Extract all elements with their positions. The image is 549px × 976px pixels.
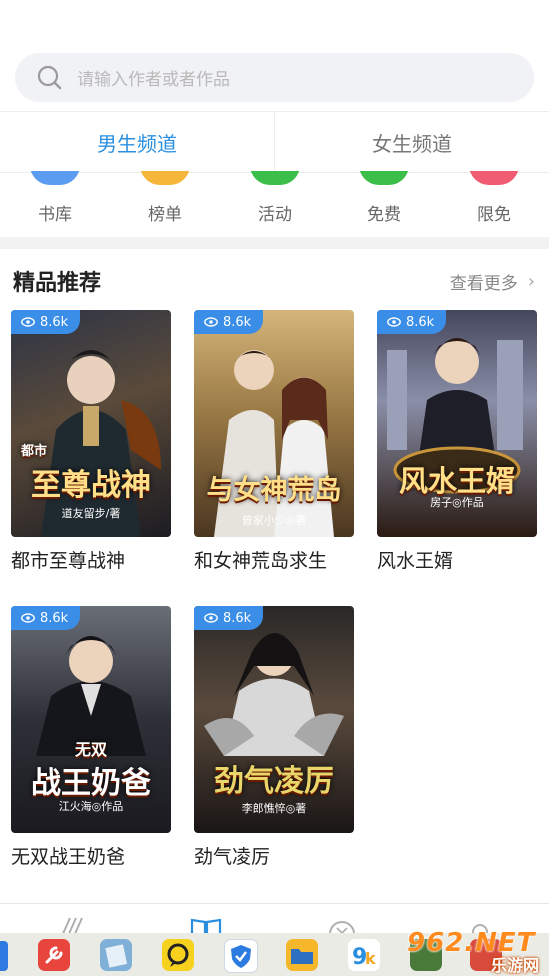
ranking-icon bbox=[140, 171, 190, 185]
book-title[interactable]: 和女神荒岛求生 bbox=[194, 546, 354, 573]
messenger-app-icon[interactable] bbox=[162, 939, 194, 971]
watermark-sub: 乐游网 bbox=[490, 956, 539, 975]
cover-subtitle: 无双 bbox=[74, 740, 107, 759]
category-label: 书库 bbox=[38, 205, 72, 225]
book-card[interactable]: 8.6k 劲气凌厉 李郎憔悴◎著 劲气凌厉 bbox=[194, 606, 354, 869]
view-count: 8.6k bbox=[223, 314, 252, 330]
tool-app-icon[interactable] bbox=[38, 939, 70, 971]
eye-icon bbox=[21, 317, 35, 327]
book-title[interactable]: 都市至尊战神 bbox=[11, 546, 171, 573]
category-label: 榜单 bbox=[148, 205, 182, 225]
book-card[interactable]: 8.6k 都市 至尊战神 道友留步/著 都市至尊战神 bbox=[11, 310, 171, 573]
notes-app-icon[interactable] bbox=[100, 939, 132, 971]
book-title[interactable]: 劲气凌厉 bbox=[194, 842, 354, 869]
cover-subtitle: 都市 bbox=[21, 444, 48, 459]
view-count-badge: 8.6k bbox=[11, 606, 81, 630]
book-card[interactable]: 8.6k 与女神荒岛 曾家小少◎著 和女神荒岛求生 bbox=[194, 310, 354, 573]
view-count-badge: 8.6k bbox=[377, 310, 447, 334]
book-cover[interactable]: 8.6k 无双 战王奶爸 江火海◎作品 bbox=[11, 606, 171, 833]
search-input[interactable]: 请输入作者或者作品 bbox=[77, 65, 230, 90]
eye-icon bbox=[204, 317, 218, 327]
book-cover[interactable]: 8.6k 风水王婿 房子◎作品 bbox=[377, 310, 537, 537]
view-count: 8.6k bbox=[223, 610, 252, 626]
svg-text:k: k bbox=[365, 949, 376, 968]
book-card[interactable]: 8.6k 风水王婿 房子◎作品 风水王婿 bbox=[377, 310, 537, 573]
book-cover[interactable]: 8.6k 都市 至尊战神 道友留步/著 bbox=[11, 310, 171, 537]
search-icon bbox=[37, 65, 62, 89]
category-library[interactable]: 书库 bbox=[0, 171, 110, 237]
library-icon bbox=[30, 171, 80, 185]
cover-title: 与女神荒岛 bbox=[206, 475, 342, 506]
cover-title: 至尊战神 bbox=[31, 468, 151, 503]
game-center-app-icon[interactable]: 9k bbox=[348, 939, 380, 971]
chevron-right-icon: › bbox=[527, 271, 535, 292]
book-cover[interactable]: 8.6k 与女神荒岛 曾家小少◎著 bbox=[194, 310, 354, 537]
cover-title: 战王奶爸 bbox=[31, 766, 151, 801]
cover-author: 李郎憔悴◎著 bbox=[241, 802, 307, 815]
category-free[interactable]: 免费 bbox=[329, 171, 439, 237]
view-count: 8.6k bbox=[40, 314, 69, 330]
channel-tabs: 男生频道 女生频道 bbox=[0, 111, 549, 173]
site-watermark: 962.NET 乐游网 bbox=[407, 928, 543, 975]
eye-icon bbox=[21, 613, 35, 623]
cover-title: 劲气凌厉 bbox=[214, 764, 334, 799]
cover-author: 房子◎作品 bbox=[430, 496, 484, 509]
category-label: 活动 bbox=[258, 205, 292, 225]
taskbar-edge bbox=[0, 941, 8, 971]
category-row: 书库 榜单 活动 免费 限免 bbox=[0, 171, 549, 237]
security-app-icon[interactable] bbox=[224, 939, 258, 973]
eye-icon bbox=[387, 317, 401, 327]
book-card[interactable]: 8.6k 无双 战王奶爸 江火海◎作品 无双战王奶爸 bbox=[11, 606, 171, 869]
tab-male-channel[interactable]: 男生频道 bbox=[0, 112, 274, 172]
view-count-badge: 8.6k bbox=[11, 310, 81, 334]
view-count-badge: 8.6k bbox=[194, 310, 264, 334]
section-title: 精品推荐 bbox=[13, 271, 102, 296]
book-cover[interactable]: 8.6k 劲气凌厉 李郎憔悴◎著 bbox=[194, 606, 354, 833]
book-title[interactable]: 风水王婿 bbox=[377, 546, 537, 573]
search-bar[interactable]: 请输入作者或者作品 bbox=[15, 53, 534, 102]
book-title[interactable]: 无双战王奶爸 bbox=[11, 842, 171, 869]
cover-author: 道友留步/著 bbox=[61, 507, 121, 520]
limited-free-icon bbox=[469, 171, 519, 185]
category-limited-free[interactable]: 限免 bbox=[439, 171, 549, 237]
section-separator bbox=[0, 237, 549, 249]
category-activity[interactable]: 活动 bbox=[220, 171, 330, 237]
eye-icon bbox=[204, 613, 218, 623]
cover-author: 曾家小少◎著 bbox=[241, 514, 307, 527]
category-label: 免费 bbox=[367, 205, 401, 225]
cover-author: 江火海◎作品 bbox=[58, 800, 124, 813]
view-more-link[interactable]: 查看更多 › bbox=[450, 269, 535, 294]
view-more-label: 查看更多 bbox=[449, 274, 518, 294]
view-count: 8.6k bbox=[406, 314, 435, 330]
tab-female-channel[interactable]: 女生频道 bbox=[275, 112, 549, 172]
view-count: 8.6k bbox=[40, 610, 69, 626]
category-label: 限免 bbox=[477, 205, 511, 225]
activity-icon bbox=[250, 171, 300, 185]
folder-app-icon[interactable] bbox=[286, 939, 318, 971]
free-icon bbox=[359, 171, 409, 185]
view-count-badge: 8.6k bbox=[194, 606, 264, 630]
category-ranking[interactable]: 榜单 bbox=[110, 171, 220, 237]
